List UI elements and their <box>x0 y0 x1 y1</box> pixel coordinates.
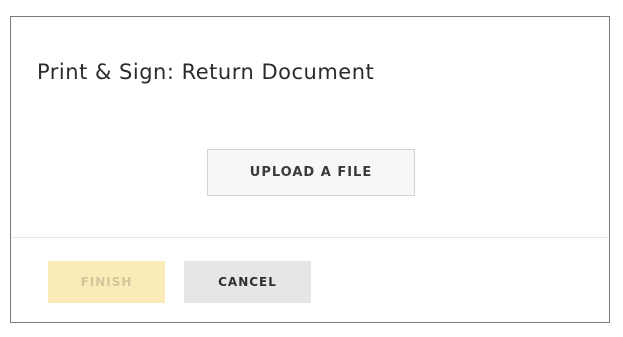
finish-button[interactable]: FINISH <box>48 261 165 303</box>
print-sign-dialog: Print & Sign: Return Document UPLOAD A F… <box>10 16 610 323</box>
footer-divider <box>11 237 609 238</box>
upload-file-button[interactable]: UPLOAD A FILE <box>207 149 415 196</box>
cancel-button[interactable]: CANCEL <box>184 261 311 303</box>
dialog-title: Print & Sign: Return Document <box>37 60 375 84</box>
